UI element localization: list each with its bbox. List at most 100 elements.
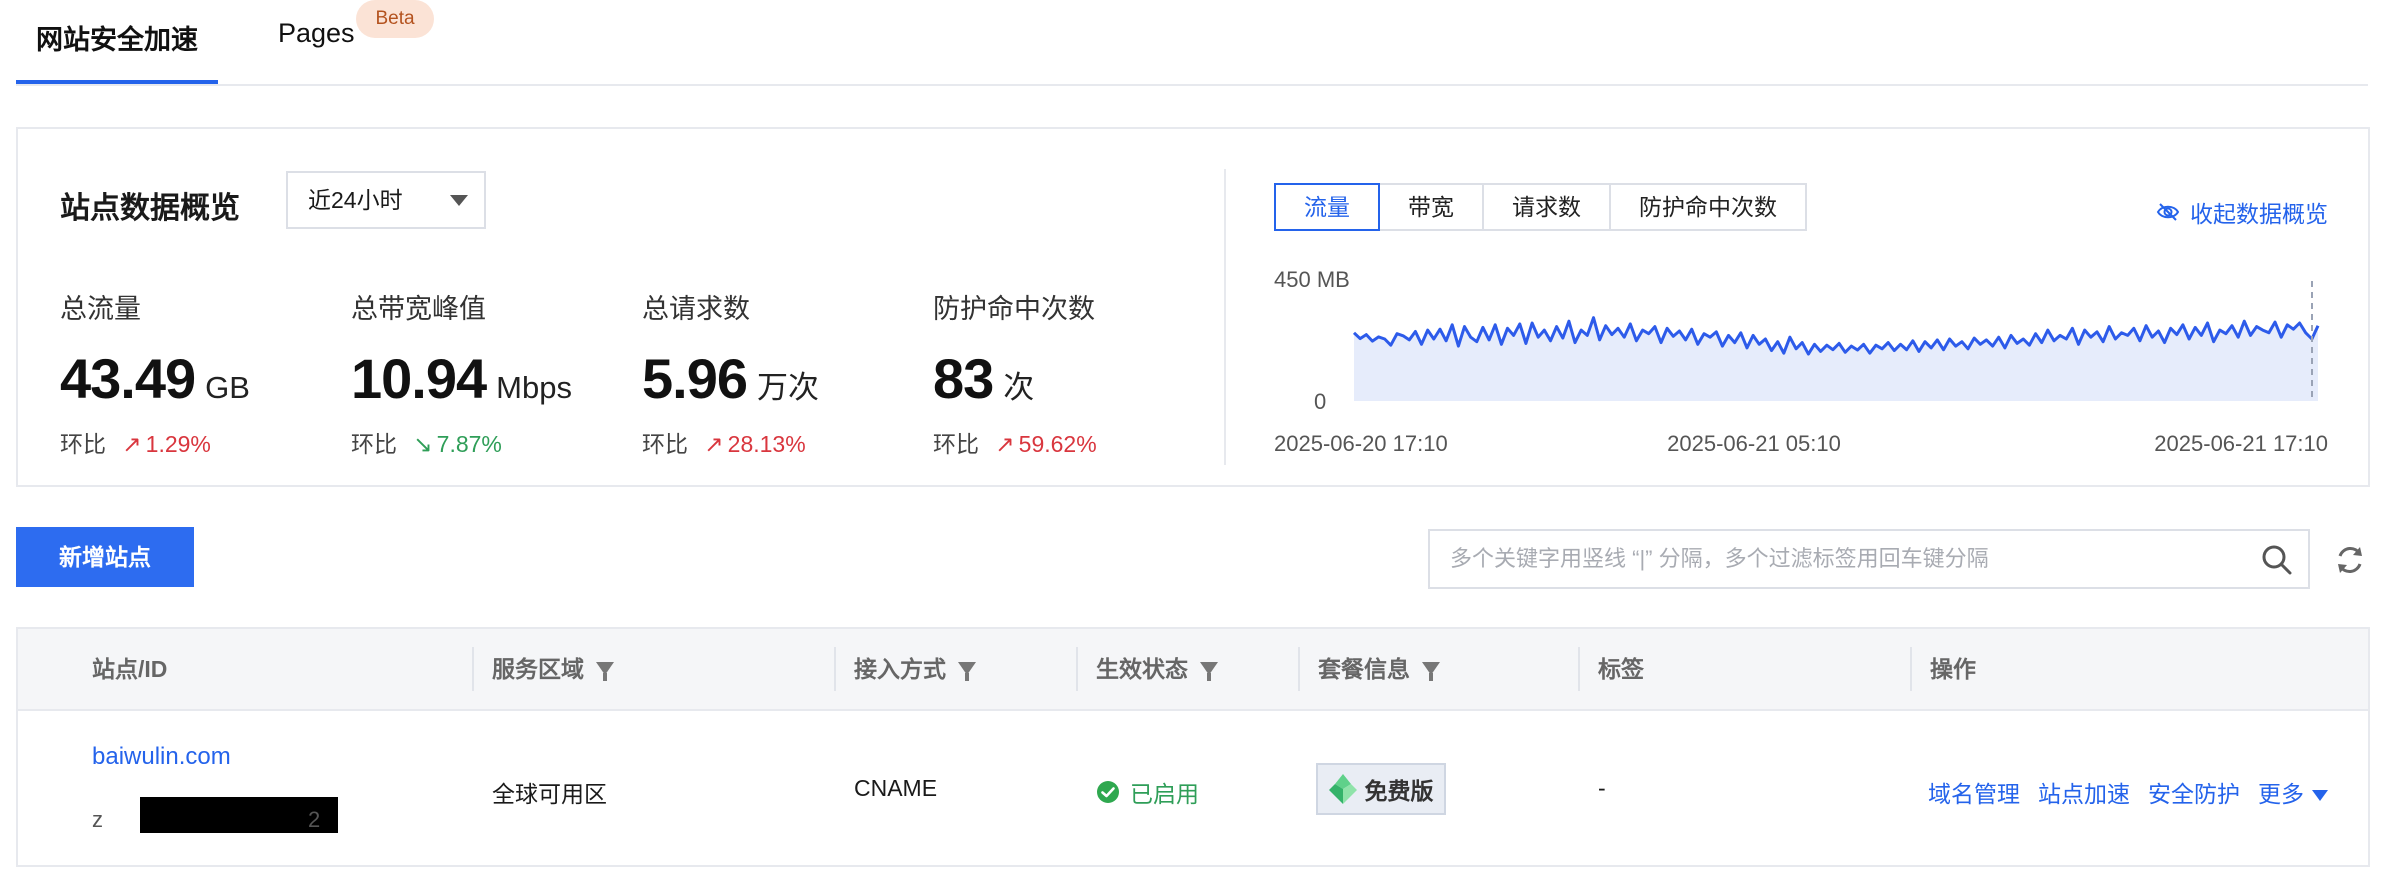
metric-value: 43.49 (60, 347, 196, 410)
metric-label: 防护命中次数 (933, 294, 1095, 324)
status-text: 已启用 (1130, 781, 1199, 807)
eye-off-icon (2156, 203, 2180, 221)
caret-down-icon (2312, 790, 2328, 802)
column-header-label: 接入方式 (854, 656, 946, 682)
add-site-button[interactable]: 新增站点 (16, 527, 194, 587)
arrow-up-right-icon: ↗ (995, 431, 1015, 457)
plan-badge: 免费版 (1316, 763, 1446, 815)
column-header-label: 生效状态 (1096, 656, 1188, 682)
chart-tab-traffic[interactable]: 流量 (1274, 183, 1380, 231)
metric-compare-label: 环比 (642, 431, 688, 457)
metric-compare-label: 环比 (351, 431, 397, 457)
site-tags: - (1598, 775, 1606, 801)
metric-compare-value: 28.13% (727, 431, 806, 457)
tab-pages[interactable]: Pages (278, 18, 355, 49)
site-domain-link[interactable]: baiwulin.com (92, 743, 231, 771)
chart-metric-tabs: 流量 带宽 请求数 防护命中次数 (1274, 183, 1807, 231)
overview-title: 站点数据概览 (60, 192, 240, 225)
metric-value: 10.94 (351, 347, 487, 410)
filter-icon[interactable] (958, 662, 976, 682)
row-actions: 域名管理 站点加速 安全防护 更多 (1928, 775, 2328, 809)
filter-icon[interactable] (596, 662, 614, 682)
search-box (1428, 529, 2310, 589)
metric-total-traffic: 总流量 43.49 GB 环比 ↗ 1.29% (60, 287, 340, 459)
top-tabs: 网站安全加速 Pages Beta (16, 0, 2368, 86)
active-tab-indicator (16, 80, 218, 84)
y-tick-label-zero: 0 (1314, 389, 1326, 414)
more-actions-label: 更多 (2258, 781, 2304, 807)
metric-unit: GB (205, 370, 250, 405)
traffic-chart: 450 MB 0 2025-06-20 17:10 2025-06-21 05:… (1274, 267, 2328, 456)
page: 网站安全加速 Pages Beta 站点数据概览 近24小时 总流量 43.49… (0, 0, 2386, 892)
x-tick-label: 2025-06-21 05:10 (1667, 431, 1841, 456)
column-separator (1910, 647, 1912, 691)
refresh-icon[interactable] (2332, 542, 2368, 578)
metric-compare-value: 1.29% (145, 431, 211, 457)
metric-protection-hits: 防护命中次数 83 次 环比 ↗ 59.62% (933, 287, 1213, 459)
metric-compare-value: 7.87% (436, 431, 502, 457)
metric-unit: 次 (1003, 370, 1035, 405)
x-tick-label: 2025-06-20 17:10 (1274, 431, 1448, 456)
filter-icon[interactable] (1200, 662, 1218, 682)
plan-name: 免费版 (1364, 778, 1434, 804)
column-header-region[interactable]: 服务区域 (492, 629, 614, 709)
search-input[interactable] (1450, 531, 2230, 587)
caret-down-icon (450, 195, 468, 206)
table-row: baiwulin.com z 2 全球可用区 CNAME 已启用 免费版 - 域… (18, 711, 2368, 867)
column-header-actions: 操作 (1930, 656, 1976, 682)
metric-peak-bandwidth: 总带宽峰值 10.94 Mbps 环比 ↘ 7.87% (351, 287, 631, 459)
column-header-plan[interactable]: 套餐信息 (1318, 629, 1440, 709)
column-separator (1298, 647, 1300, 691)
column-header-label: 服务区域 (492, 656, 584, 682)
x-tick-label: 2025-06-21 17:10 (2154, 431, 2328, 456)
column-separator (1578, 647, 1580, 691)
metric-unit: Mbps (496, 370, 572, 405)
metric-label: 总请求数 (642, 294, 750, 324)
column-header-status[interactable]: 生效状态 (1096, 629, 1218, 709)
plan-logo-icon (1328, 774, 1357, 804)
chart-tab-protection-hits[interactable]: 防护命中次数 (1609, 183, 1807, 231)
beta-badge: Beta (356, 0, 434, 38)
metric-label: 总流量 (60, 294, 141, 324)
metric-compare-label: 环比 (60, 431, 106, 457)
column-separator (472, 647, 474, 691)
column-header-access[interactable]: 接入方式 (854, 629, 976, 709)
metric-label: 总带宽峰值 (351, 294, 486, 324)
metric-compare-value: 59.62% (1018, 431, 1097, 457)
metric-total-requests: 总请求数 5.96 万次 环比 ↗ 28.13% (642, 287, 922, 459)
chart-tab-bandwidth[interactable]: 带宽 (1378, 183, 1484, 231)
arrow-up-right-icon: ↗ (122, 431, 142, 457)
arrow-up-right-icon: ↗ (704, 431, 724, 457)
check-circle-icon (1097, 781, 1119, 803)
collapse-overview-label: 收起数据概览 (2190, 201, 2328, 227)
site-id-suffix: 2 (308, 807, 321, 832)
y-tick-label-top: 450 MB (1274, 267, 1350, 292)
metric-value: 5.96 (642, 347, 748, 410)
metric-compare-label: 环比 (933, 431, 979, 457)
metric-value: 83 (933, 347, 994, 410)
search-icon[interactable] (2260, 543, 2294, 577)
service-region: 全球可用区 (492, 781, 607, 807)
status-badge: 已启用 (1096, 775, 1199, 809)
column-header-label: 套餐信息 (1318, 656, 1410, 682)
chart-tab-requests[interactable]: 请求数 (1482, 183, 1611, 231)
column-separator (834, 647, 836, 691)
overview-panel: 站点数据概览 近24小时 总流量 43.49 GB 环比 ↗ 1.29% 总带宽峰值… (16, 127, 2370, 487)
site-id-prefix: z (92, 807, 103, 832)
site-table: 站点/ID 服务区域 接入方式 生效状态 套餐信息 标签 操作 baiwulin… (16, 627, 2370, 867)
table-header: 站点/ID 服务区域 接入方式 生效状态 套餐信息 标签 操作 (18, 629, 2368, 711)
security-protection-link[interactable]: 安全防护 (2148, 775, 2240, 809)
time-range-value: 近24小时 (308, 187, 403, 213)
overview-divider (1224, 169, 1226, 465)
filter-icon[interactable] (1422, 662, 1440, 682)
time-range-select[interactable]: 近24小时 (286, 171, 486, 229)
tab-site-security[interactable]: 网站安全加速 (36, 18, 198, 57)
more-actions-dropdown[interactable]: 更多 (2258, 775, 2328, 809)
collapse-overview-link[interactable]: 收起数据概览 (2156, 195, 2328, 229)
site-acceleration-link[interactable]: 站点加速 (2038, 775, 2130, 809)
arrow-down-right-icon: ↘ (413, 431, 433, 457)
domain-management-link[interactable]: 域名管理 (1928, 775, 2020, 809)
column-header-tags: 标签 (1598, 656, 1644, 682)
access-method: CNAME (854, 775, 938, 801)
column-header-site: 站点/ID (92, 656, 168, 682)
